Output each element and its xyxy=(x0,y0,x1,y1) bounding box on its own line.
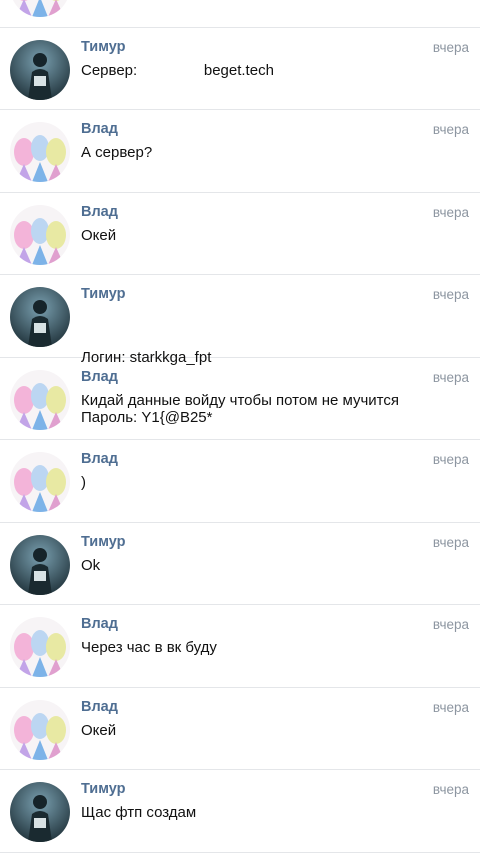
timestamp: вчера xyxy=(432,699,469,715)
avatar[interactable] xyxy=(10,287,70,347)
vlad-avatar-icon xyxy=(10,122,70,182)
list-item[interactable]: Тимур вчера Логин: starkkga_fpt Пароль: … xyxy=(0,275,480,426)
sender-name[interactable]: Влад xyxy=(81,369,118,385)
timestamp: вчера xyxy=(432,204,469,220)
sender-name[interactable]: Тимур xyxy=(81,286,125,302)
timestamp: вчера xyxy=(432,122,469,137)
avatar[interactable] xyxy=(10,0,70,17)
timestamp: вчера xyxy=(432,782,469,797)
timestamp: вчера xyxy=(432,287,469,302)
sender-name[interactable]: Влад xyxy=(81,616,118,632)
timur-avatar-icon xyxy=(10,287,70,347)
message-text: Кидай данные войду чтобы потом не мучитс… xyxy=(81,391,440,411)
sender-name[interactable]: Влад xyxy=(81,204,118,220)
list-item[interactable]: Тимур вчера Ok xyxy=(0,523,480,605)
message-list: Тимур вчера Сервер: beget.tech Влад вчер… xyxy=(0,0,480,853)
timestamp: вчера xyxy=(432,617,469,632)
avatar[interactable] xyxy=(10,39,70,100)
avatar[interactable] xyxy=(10,534,70,595)
message-line: А сервер? xyxy=(81,144,153,161)
list-item[interactable]: Влад вчера Через час в вк буду xyxy=(0,605,480,688)
list-item[interactable]: Влад вчера А сервер? xyxy=(0,110,480,193)
message-line: Окей xyxy=(81,226,117,244)
avatar[interactable] xyxy=(10,617,70,677)
message-text: Через час в вк буду xyxy=(81,638,440,658)
vlad-avatar-icon xyxy=(10,617,70,677)
avatar[interactable] xyxy=(10,204,70,265)
avatar[interactable] xyxy=(10,369,70,430)
message-text: Окей xyxy=(81,226,440,246)
list-item[interactable]: Влад вчера Окей xyxy=(0,193,480,275)
sender-name[interactable]: Влад xyxy=(81,699,118,715)
timestamp: вчера xyxy=(432,534,469,550)
message-line: ) xyxy=(81,474,86,491)
timestamp: вчера xyxy=(432,369,469,385)
avatar[interactable] xyxy=(10,782,70,842)
sender-name[interactable]: Тимур xyxy=(81,534,125,550)
timur-avatar-icon xyxy=(10,534,70,595)
message-text: Окей xyxy=(81,721,440,741)
sender-name[interactable]: Тимур xyxy=(81,781,125,797)
message-line: Ok xyxy=(81,556,101,574)
message-line: Щас фтп создам xyxy=(81,804,197,821)
vlad-avatar-icon xyxy=(10,452,70,512)
timestamp: вчера xyxy=(432,452,469,467)
avatar[interactable] xyxy=(10,452,70,512)
list-item[interactable]: Влад вчера Окей xyxy=(0,688,480,770)
list-item[interactable]: Тимур вчера Сервер: beget.tech xyxy=(0,28,480,110)
sender-name[interactable]: Тимур xyxy=(81,39,125,55)
message-text: А сервер? xyxy=(81,143,440,163)
message-line: Через час в вк буду xyxy=(81,639,217,656)
message-text: Щас фтп создам xyxy=(81,803,440,823)
timur-avatar-icon xyxy=(10,782,70,842)
list-item[interactable] xyxy=(0,0,480,28)
list-item[interactable]: Влад вчера Кидай данные войду чтобы пото… xyxy=(0,358,480,440)
message-text: Сервер: beget.tech xyxy=(81,61,440,81)
list-item[interactable]: Влад вчера ) xyxy=(0,440,480,523)
avatar[interactable] xyxy=(10,122,70,182)
message-line: Сервер: beget.tech xyxy=(81,61,274,79)
message-line: Кидай данные войду чтобы потом не мучитс… xyxy=(81,391,400,409)
sender-name[interactable]: Влад xyxy=(81,451,118,467)
timur-avatar-icon xyxy=(10,39,70,100)
message-line: Окей xyxy=(81,721,117,739)
vlad-avatar-icon xyxy=(10,699,70,760)
vlad-avatar-icon xyxy=(10,369,70,430)
message-text: Ok xyxy=(81,556,440,576)
avatar[interactable] xyxy=(10,699,70,760)
message-text: ) xyxy=(81,473,440,493)
sender-name[interactable]: Влад xyxy=(81,121,118,137)
list-item[interactable]: Тимур вчера Щас фтп создам xyxy=(0,770,480,853)
vlad-avatar-icon xyxy=(10,0,70,17)
timestamp: вчера xyxy=(432,39,469,55)
vlad-avatar-icon xyxy=(10,204,70,265)
